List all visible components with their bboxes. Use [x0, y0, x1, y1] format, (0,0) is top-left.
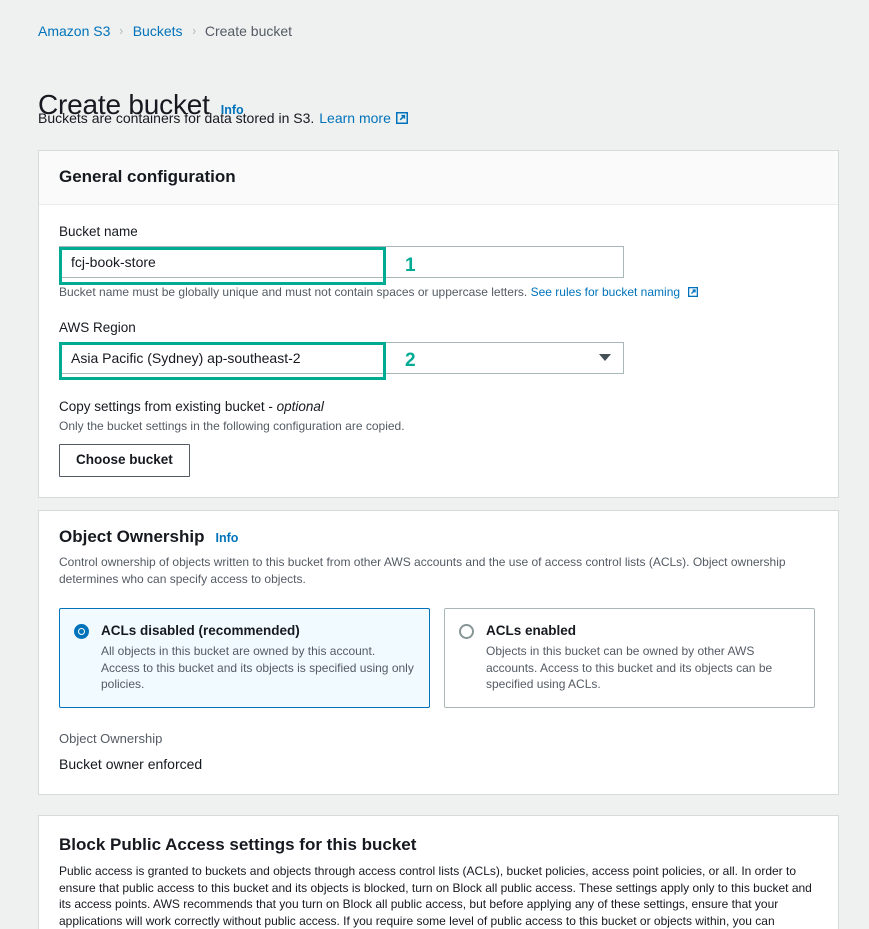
object-ownership-options: ACLs disabled (recommended) All objects … [39, 608, 838, 708]
copy-settings-label: Copy settings from existing bucket - opt… [59, 397, 818, 416]
object-ownership-title: Object Ownership [59, 527, 205, 546]
object-ownership-info-link[interactable]: Info [215, 531, 238, 545]
breadcrumb-separator-icon: › [191, 23, 196, 38]
object-ownership-summary-label: Object Ownership [59, 730, 163, 746]
aws-region-select[interactable]: Asia Pacific (Sydney) ap-southeast-2 [59, 342, 624, 374]
copy-settings-block: Copy settings from existing bucket - opt… [59, 397, 818, 477]
object-ownership-title-row: Object Ownership Info [59, 526, 818, 548]
bucket-naming-rules-label: See rules for bucket naming [530, 285, 681, 299]
general-configuration-header: General configuration [39, 151, 838, 205]
bucket-name-label: Bucket name [59, 224, 138, 239]
radio-card-acls-disabled-description: All objects in this bucket are owned by … [101, 644, 414, 691]
block-public-access-body: Block Public Access settings for this bu… [39, 816, 838, 929]
breadcrumb-separator-icon: › [119, 23, 124, 38]
object-ownership-description: Control ownership of objects written to … [59, 555, 786, 586]
block-public-access-title: Block Public Access settings for this bu… [59, 835, 417, 854]
radio-card-acls-disabled-title: ACLs disabled (recommended) [101, 623, 300, 638]
bucket-name-hint-text: Bucket name must be globally unique and … [59, 285, 528, 299]
page-title-row: Create bucket Info [38, 70, 244, 140]
external-link-icon [688, 285, 699, 302]
radio-button-selected-icon[interactable] [74, 624, 89, 639]
aws-region-select-wrap: Asia Pacific (Sydney) ap-southeast-2 [59, 342, 624, 374]
header-learn-more-label: Learn more [319, 110, 391, 126]
general-configuration-body: Bucket name Bucket name must be globally… [39, 205, 838, 497]
header-learn-more-link[interactable]: Learn more [319, 108, 408, 128]
external-link-icon [395, 109, 408, 129]
radio-card-acls-disabled[interactable]: ACLs disabled (recommended) All objects … [59, 608, 430, 708]
bucket-naming-rules-link[interactable]: See rules for bucket naming [531, 285, 680, 299]
object-ownership-header: Object Ownership Info Control ownership … [39, 511, 838, 594]
copy-settings-optional-text: optional [276, 399, 324, 414]
general-configuration-title: General configuration [59, 167, 236, 186]
copy-settings-subtext: Only the bucket settings in the followin… [59, 419, 405, 433]
block-public-access-description-text: Public access is granted to buckets and … [59, 864, 812, 928]
breadcrumb-item-create-bucket: Create bucket [204, 23, 293, 39]
page-description: Buckets are containers for data stored i… [38, 108, 408, 128]
radio-card-acls-enabled[interactable]: ACLs enabled Objects in this bucket can … [444, 608, 815, 708]
block-public-access-description: Public access is granted to buckets and … [59, 863, 818, 929]
create-bucket-page: Amazon S3 › Buckets › Create bucket Crea… [0, 0, 869, 929]
page-description-text: Buckets are containers for data stored i… [38, 110, 315, 126]
copy-settings-label-text: Copy settings from existing bucket - [59, 399, 277, 414]
radio-card-acls-enabled-text: ACLs enabled Objects in this bucket can … [486, 622, 800, 693]
choose-bucket-button[interactable]: Choose bucket [59, 444, 190, 477]
aws-region-label: AWS Region [59, 320, 136, 335]
radio-card-acls-disabled-text: ACLs disabled (recommended) All objects … [101, 622, 415, 693]
block-public-access-panel: Block Public Access settings for this bu… [38, 815, 839, 929]
bucket-name-input[interactable] [59, 246, 624, 278]
general-configuration-panel: General configuration Bucket name Bucket… [38, 150, 839, 498]
breadcrumb-item-buckets[interactable]: Buckets [133, 21, 183, 41]
radio-button-unselected-icon[interactable] [459, 624, 474, 639]
radio-card-acls-enabled-title: ACLs enabled [486, 623, 577, 638]
radio-card-acls-enabled-description: Objects in this bucket can be owned by o… [486, 644, 773, 691]
bucket-name-row [59, 246, 818, 278]
bucket-name-hint: Bucket name must be globally unique and … [59, 284, 818, 301]
breadcrumb: Amazon S3 › Buckets › Create bucket [38, 21, 292, 41]
object-ownership-summary-value: Bucket owner enforced [59, 755, 203, 772]
breadcrumb-item-amazon-s3[interactable]: Amazon S3 [38, 21, 110, 41]
object-ownership-summary: Object Ownership Bucket owner enforced [39, 708, 838, 794]
object-ownership-panel: Object Ownership Info Control ownership … [38, 510, 839, 795]
